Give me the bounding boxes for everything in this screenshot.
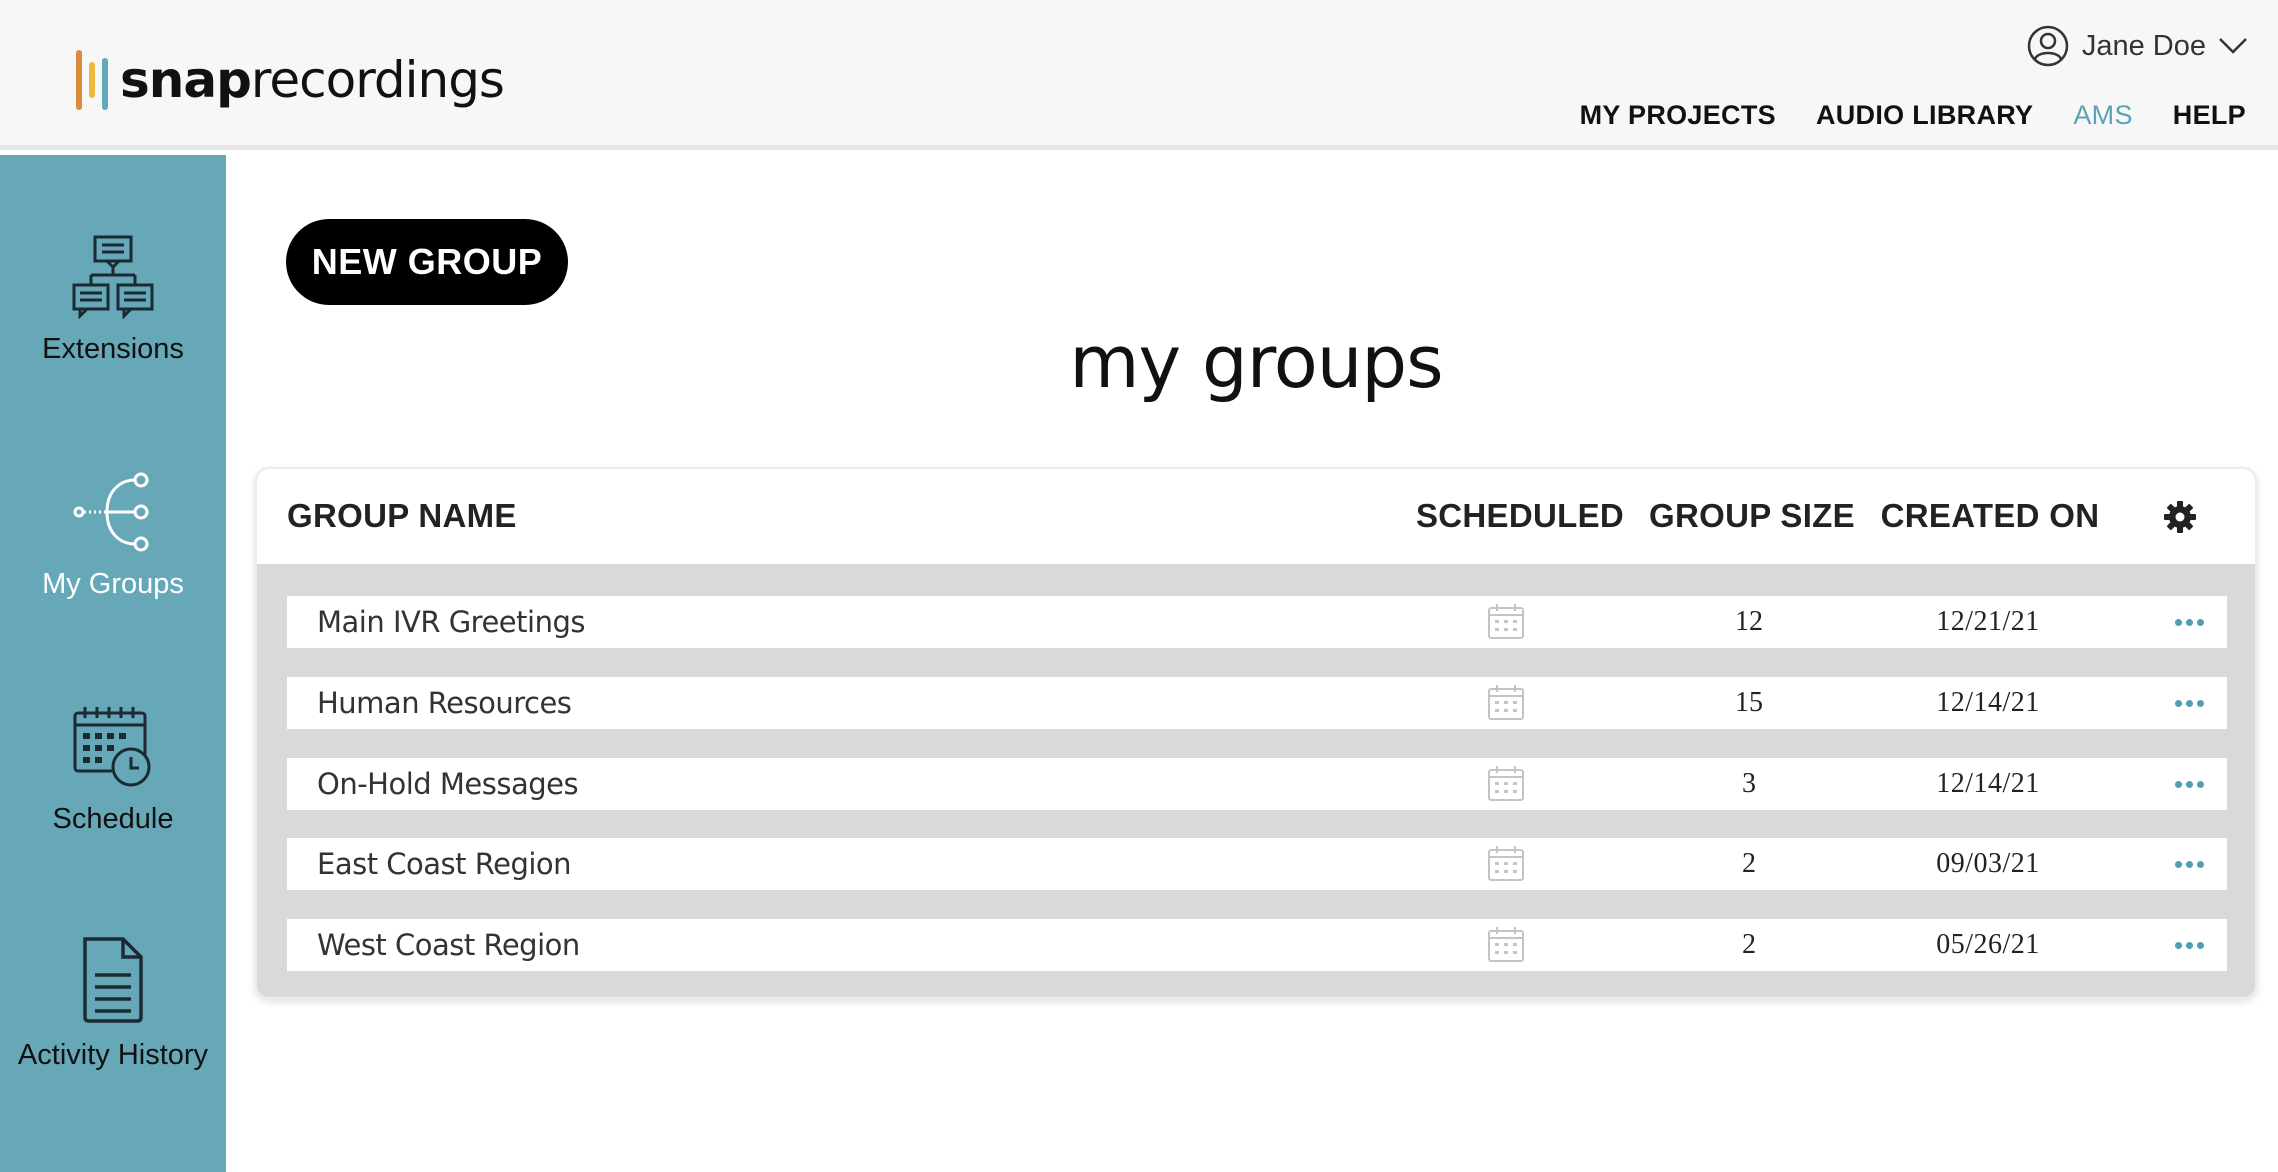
group-name-cell[interactable]: On-Hold Messages [317, 758, 579, 810]
table-header: GROUP NAME SCHEDULED GROUP SIZE CREATED … [257, 469, 2255, 564]
sidebar-item-label: Activity History [17, 1039, 209, 1071]
created-on-cell: 12/14/21 [1936, 687, 2040, 718]
table-row[interactable]: Human Resources 15 12/14/21 [287, 677, 2227, 729]
created-on-cell: 12/14/21 [1936, 768, 2040, 799]
group-size-cell: 3 [1742, 768, 1756, 799]
group-size-cell: 2 [1742, 848, 1756, 879]
group-name-cell[interactable]: East Coast Region [317, 838, 572, 890]
groups-table: GROUP NAME SCHEDULED GROUP SIZE CREATED … [255, 467, 2257, 999]
logo-text-bold: snap [120, 51, 252, 109]
created-on-cell: 12/21/21 [1936, 606, 2040, 637]
calendar-icon[interactable] [1487, 765, 1525, 803]
top-header: snaprecordings Jane Doe MY PROJECTS AUDI… [0, 0, 2278, 150]
calendar-icon[interactable] [1487, 926, 1525, 964]
sidebar: Extensions My Groups Schedule Activity H… [0, 155, 226, 1172]
sidebar-item-my-groups[interactable]: My Groups [0, 470, 226, 601]
group-name-cell[interactable]: Human Resources [317, 677, 572, 729]
column-header-group-name[interactable]: GROUP NAME [287, 497, 517, 535]
more-options-icon[interactable] [2161, 919, 2217, 971]
sidebar-item-label: Extensions [42, 333, 184, 365]
user-avatar-icon [2027, 25, 2069, 67]
new-group-button[interactable]: NEW GROUP [286, 219, 568, 305]
more-options-icon[interactable] [2161, 677, 2217, 729]
gear-icon[interactable] [2162, 499, 2198, 535]
logo-text: snaprecordings [120, 51, 505, 109]
sidebar-item-label: My Groups [42, 568, 184, 600]
table-row[interactable]: Main IVR Greetings 12 12/21/21 [287, 596, 2227, 648]
group-size-cell: 15 [1735, 687, 1763, 718]
calendar-icon[interactable] [1487, 684, 1525, 722]
snaprecordings-logo[interactable]: snaprecordings [76, 48, 505, 112]
page-title: my groups [1069, 320, 1443, 404]
group-size-cell: 12 [1735, 606, 1763, 637]
sidebar-item-activity-history[interactable]: Activity History [0, 935, 226, 1072]
more-options-icon[interactable] [2161, 596, 2217, 648]
logo-bars-icon [76, 48, 116, 112]
sidebar-item-extensions[interactable]: Extensions [0, 235, 226, 366]
sidebar-item-label: Schedule [52, 803, 174, 835]
table-row[interactable]: On-Hold Messages 3 12/14/21 [287, 758, 2227, 810]
calendar-icon[interactable] [1487, 603, 1525, 641]
group-name-cell[interactable]: Main IVR Greetings [317, 596, 585, 648]
table-row[interactable]: West Coast Region 2 05/26/21 [287, 919, 2227, 971]
nav-help[interactable]: HELP [2173, 100, 2246, 131]
group-name-cell[interactable]: West Coast Region [317, 919, 580, 971]
nav-ams[interactable]: AMS [2073, 100, 2132, 131]
user-name: Jane Doe [2081, 29, 2206, 62]
table-row[interactable]: East Coast Region 2 09/03/21 [287, 838, 2227, 890]
chevron-down-icon[interactable] [2218, 36, 2248, 56]
column-header-created-on[interactable]: CREATED ON [1877, 497, 2103, 535]
user-menu[interactable]: Jane Doe [2026, 24, 2248, 68]
more-options-icon[interactable] [2161, 758, 2217, 810]
extensions-icon [72, 235, 154, 319]
column-header-group-size[interactable]: GROUP SIZE [1649, 497, 1855, 535]
document-icon [83, 937, 143, 1023]
calendar-icon[interactable] [1487, 845, 1525, 883]
main-nav: MY PROJECTS AUDIO LIBRARY AMS HELP [1580, 100, 2246, 131]
groups-tree-icon [73, 472, 149, 552]
group-size-cell: 2 [1742, 929, 1756, 960]
sidebar-item-schedule[interactable]: Schedule [0, 705, 226, 836]
more-options-icon[interactable] [2161, 838, 2217, 890]
logo-text-light: recordings [250, 51, 505, 109]
nav-my-projects[interactable]: MY PROJECTS [1580, 100, 1776, 131]
schedule-calendar-icon [73, 707, 151, 787]
column-header-scheduled[interactable]: SCHEDULED [1415, 497, 1625, 535]
created-on-cell: 05/26/21 [1936, 929, 2040, 960]
created-on-cell: 09/03/21 [1936, 848, 2040, 879]
nav-audio-library[interactable]: AUDIO LIBRARY [1816, 100, 2033, 131]
